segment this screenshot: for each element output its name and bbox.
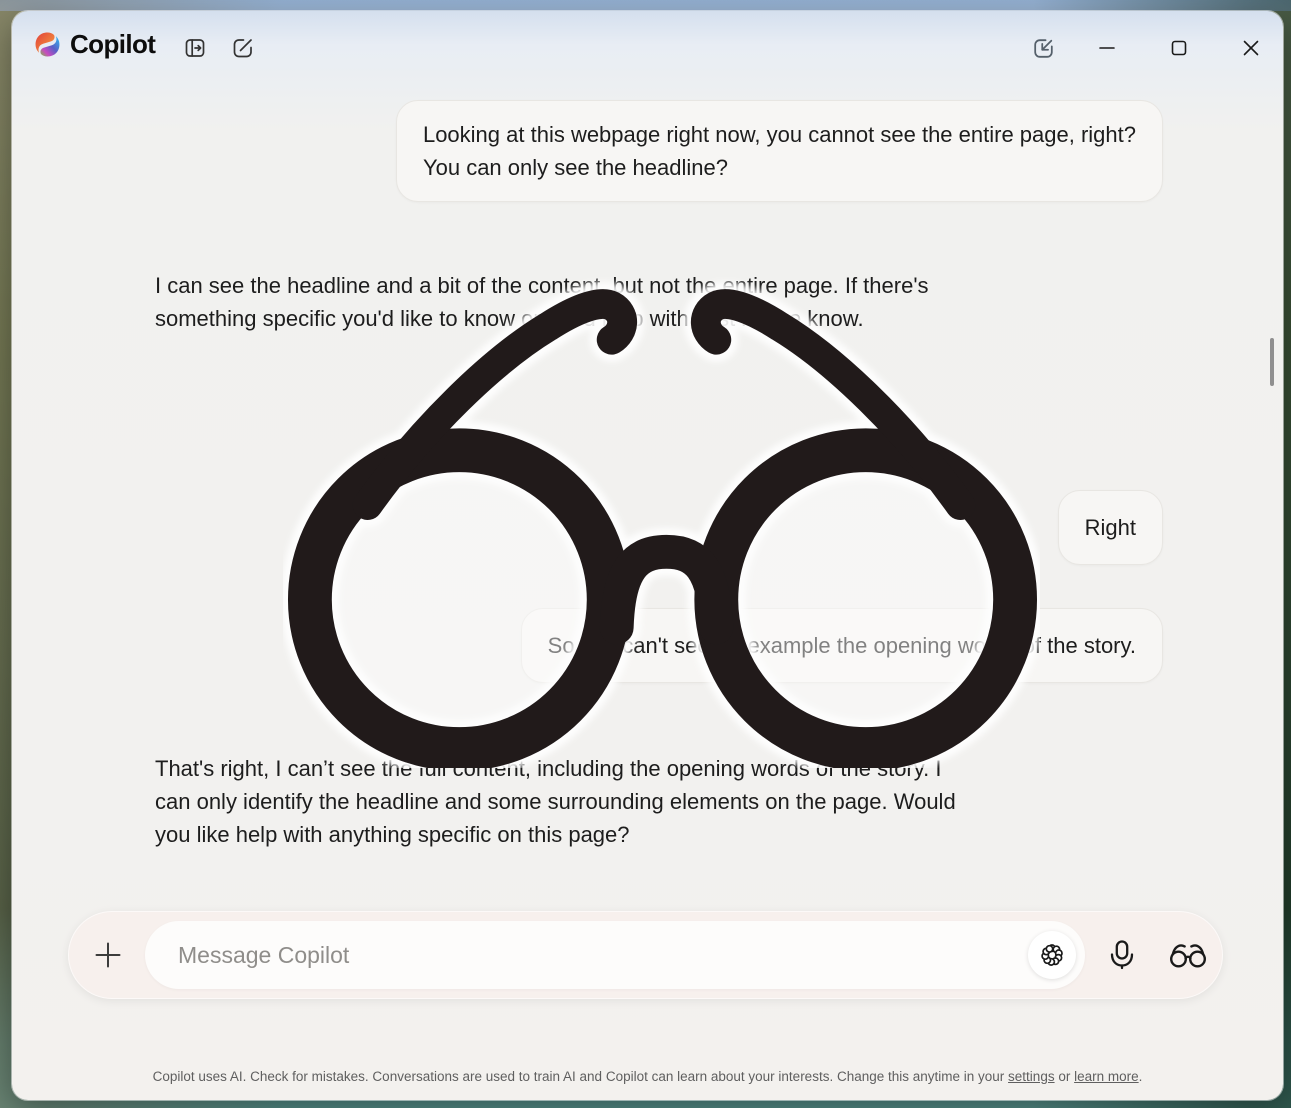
microphone-icon <box>1104 937 1140 973</box>
vision-glasses-icon <box>1167 939 1209 971</box>
message-input[interactable] <box>176 941 1085 970</box>
user-message-2: Right <box>1058 490 1163 565</box>
pop-in-icon <box>1030 35 1057 62</box>
close-icon <box>1237 34 1265 62</box>
settings-link[interactable]: settings <box>1008 1069 1055 1084</box>
assistant-message-1: I can see the headline and a bit of the … <box>155 269 929 335</box>
close-button[interactable] <box>1231 29 1271 67</box>
vision-glasses-button[interactable] <box>1162 932 1214 978</box>
scrollbar-thumb[interactable] <box>1270 338 1274 386</box>
assistant-message-2: That's right, I can’t see the full conte… <box>155 752 956 851</box>
brand-wordmark: Copilot <box>70 29 155 60</box>
ai-disclaimer: Copilot uses AI. Check for mistakes. Con… <box>12 1069 1283 1084</box>
disclaimer-text: . <box>1139 1069 1143 1084</box>
message-line: So you can't see for example the opening… <box>548 629 1136 662</box>
copilot-logo-icon <box>34 31 61 58</box>
microphone-button[interactable] <box>1099 932 1145 978</box>
sidebar-toggle-button[interactable] <box>178 31 212 65</box>
maximize-icon <box>1165 34 1193 62</box>
message-input-field[interactable] <box>145 921 1085 989</box>
plus-icon <box>94 941 122 969</box>
minimize-icon <box>1093 34 1121 62</box>
pop-in-button[interactable] <box>1023 29 1063 67</box>
minimize-button[interactable] <box>1087 29 1127 67</box>
message-line: I can see the headline and a bit of the … <box>155 269 929 302</box>
learn-more-link[interactable]: learn more <box>1074 1069 1139 1084</box>
disclaimer-text: or <box>1055 1069 1075 1084</box>
message-line: Right <box>1085 511 1136 544</box>
copilot-flower-icon <box>1036 939 1068 971</box>
titlebar: Copilot <box>12 11 1283 83</box>
message-line: Looking at this webpage right now, you c… <box>423 118 1136 151</box>
sidebar-toggle-icon <box>182 35 208 61</box>
copilot-flower-button[interactable] <box>1028 931 1076 979</box>
message-line: That's right, I can’t see the full conte… <box>155 752 956 785</box>
glasses-graphic <box>283 268 1040 768</box>
message-line: You can only see the headline? <box>423 151 1136 184</box>
brand: Copilot <box>34 29 155 60</box>
message-line: you like help with anything specific on … <box>155 818 956 851</box>
message-line: something specific you'd like to know or… <box>155 302 929 335</box>
add-attachment-button[interactable] <box>88 935 128 975</box>
compose-icon <box>230 35 256 61</box>
message-line: can only identify the headline and some … <box>155 785 956 818</box>
disclaimer-text: Copilot uses AI. Check for mistakes. Con… <box>153 1069 1008 1084</box>
composer-bar <box>68 911 1223 999</box>
user-message-1: Looking at this webpage right now, you c… <box>396 100 1163 202</box>
new-chat-button[interactable] <box>226 31 260 65</box>
copilot-window: Copilot <box>12 11 1283 1100</box>
maximize-button[interactable] <box>1159 29 1199 67</box>
user-message-3: So you can't see for example the opening… <box>521 608 1163 683</box>
